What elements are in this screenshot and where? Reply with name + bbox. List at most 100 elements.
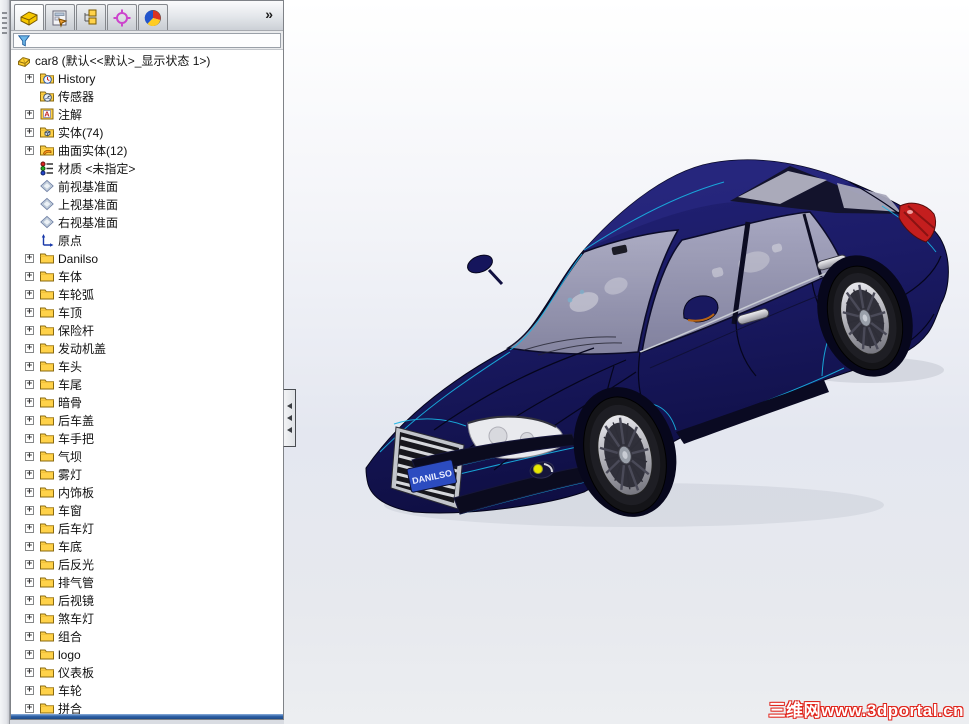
expander[interactable]: +: [25, 127, 38, 138]
expand-toggle[interactable]: +: [25, 703, 34, 713]
tree-item[interactable]: + 气坝: [12, 447, 282, 465]
expander[interactable]: +: [25, 433, 38, 444]
expand-toggle[interactable]: +: [25, 577, 34, 587]
expander[interactable]: +: [25, 73, 38, 84]
expand-toggle[interactable]: +: [25, 343, 34, 353]
expander[interactable]: +: [25, 595, 38, 606]
tree-item[interactable]: car8 (默认<<默认>_显示状态 1>): [12, 51, 282, 69]
expand-toggle[interactable]: +: [25, 397, 34, 407]
expand-toggle[interactable]: +: [25, 289, 34, 299]
expander[interactable]: +: [25, 541, 38, 552]
tree-item[interactable]: + 暗骨: [12, 393, 282, 411]
panel-splitter-handle[interactable]: [283, 389, 296, 447]
expander[interactable]: +: [25, 451, 38, 462]
expander[interactable]: +: [25, 289, 38, 300]
tree-item[interactable]: + 后反光: [12, 555, 282, 573]
tree-item[interactable]: + logo: [12, 645, 282, 663]
expand-toggle[interactable]: +: [25, 325, 34, 335]
expand-toggle[interactable]: +: [25, 667, 34, 677]
tree-item[interactable]: 前视基准面: [12, 177, 282, 195]
expander[interactable]: +: [25, 523, 38, 534]
expand-toggle[interactable]: +: [25, 541, 34, 551]
tree-item[interactable]: + 车头: [12, 357, 282, 375]
expander[interactable]: +: [25, 685, 38, 696]
tab-featuremanager-tree[interactable]: [14, 4, 44, 30]
expand-toggle[interactable]: +: [25, 685, 34, 695]
expander[interactable]: +: [25, 631, 38, 642]
expand-toggle[interactable]: +: [25, 505, 34, 515]
filter-input[interactable]: [34, 34, 278, 48]
tree-item[interactable]: + 曲面实体(12): [12, 141, 282, 159]
expander[interactable]: +: [25, 649, 38, 660]
expand-toggle[interactable]: +: [25, 595, 34, 605]
expand-toggle[interactable]: +: [25, 145, 34, 155]
expander[interactable]: +: [25, 613, 38, 624]
tree-item[interactable]: + 车体: [12, 267, 282, 285]
tree-item[interactable]: + 车轮弧: [12, 285, 282, 303]
tab-dimxpert-manager[interactable]: [107, 4, 137, 30]
tree-item[interactable]: + 车尾: [12, 375, 282, 393]
expander[interactable]: +: [25, 361, 38, 372]
tree-item[interactable]: + 煞车灯: [12, 609, 282, 627]
tree-item[interactable]: 上视基准面: [12, 195, 282, 213]
expand-toggle[interactable]: +: [25, 307, 34, 317]
expand-toggle[interactable]: +: [25, 379, 34, 389]
expander[interactable]: +: [25, 271, 38, 282]
tree-item[interactable]: + 实体(74): [12, 123, 282, 141]
expand-toggle[interactable]: +: [25, 253, 34, 263]
expand-toggle[interactable]: +: [25, 523, 34, 533]
expand-toggle[interactable]: +: [25, 109, 34, 119]
expand-toggle[interactable]: +: [25, 631, 34, 641]
expand-toggle[interactable]: +: [25, 73, 34, 83]
expander[interactable]: +: [25, 325, 38, 336]
expand-toggle[interactable]: +: [25, 469, 34, 479]
tree-item[interactable]: + A 注解: [12, 105, 282, 123]
tab-property-manager[interactable]: [45, 4, 75, 30]
panel-bottom-splitter[interactable]: [11, 714, 283, 719]
tree-item[interactable]: + 车轮: [12, 681, 282, 699]
expand-toggle[interactable]: +: [25, 487, 34, 497]
tree-item[interactable]: + 后视镜: [12, 591, 282, 609]
tree-item[interactable]: + 内饰板: [12, 483, 282, 501]
tree-item[interactable]: + History: [12, 69, 282, 87]
expander[interactable]: +: [25, 343, 38, 354]
expand-toggle[interactable]: +: [25, 613, 34, 623]
tree-item[interactable]: + 车窗: [12, 501, 282, 519]
expander[interactable]: +: [25, 577, 38, 588]
expander[interactable]: +: [25, 703, 38, 714]
tab-overflow-button[interactable]: »: [265, 6, 273, 22]
tree-item[interactable]: + 雾灯: [12, 465, 282, 483]
panel-resize-grip[interactable]: [2, 12, 7, 34]
expander[interactable]: +: [25, 415, 38, 426]
tree-item[interactable]: 材质 <未指定>: [12, 159, 282, 177]
expand-toggle[interactable]: +: [25, 451, 34, 461]
expander[interactable]: +: [25, 505, 38, 516]
tree-item[interactable]: + 后车盖: [12, 411, 282, 429]
tab-display-manager[interactable]: [138, 4, 168, 30]
expander[interactable]: +: [25, 667, 38, 678]
tree-item[interactable]: + 发动机盖: [12, 339, 282, 357]
tree-item[interactable]: 传感器: [12, 87, 282, 105]
tree-item[interactable]: + 拼合: [12, 699, 282, 714]
expand-toggle[interactable]: +: [25, 649, 34, 659]
tree-item[interactable]: + 组合: [12, 627, 282, 645]
expand-toggle[interactable]: +: [25, 271, 34, 281]
expander[interactable]: +: [25, 469, 38, 480]
expander[interactable]: +: [25, 559, 38, 570]
tree-item[interactable]: + 保险杆: [12, 321, 282, 339]
tab-configuration-manager[interactable]: [76, 4, 106, 30]
expander[interactable]: +: [25, 379, 38, 390]
tree-item[interactable]: + 后车灯: [12, 519, 282, 537]
tree-item[interactable]: + 排气管: [12, 573, 282, 591]
tree-item[interactable]: 右视基准面: [12, 213, 282, 231]
expander[interactable]: +: [25, 253, 38, 264]
tree-item[interactable]: + Danilso: [12, 249, 282, 267]
expander[interactable]: +: [25, 397, 38, 408]
expand-toggle[interactable]: +: [25, 415, 34, 425]
expand-toggle[interactable]: +: [25, 559, 34, 569]
tree-item[interactable]: + 仪表板: [12, 663, 282, 681]
graphics-viewport[interactable]: DANILSO 三维网www.3dportal.cn: [284, 0, 969, 724]
tree-item[interactable]: 原点: [12, 231, 282, 249]
expander[interactable]: +: [25, 109, 38, 120]
tree-item[interactable]: + 车底: [12, 537, 282, 555]
